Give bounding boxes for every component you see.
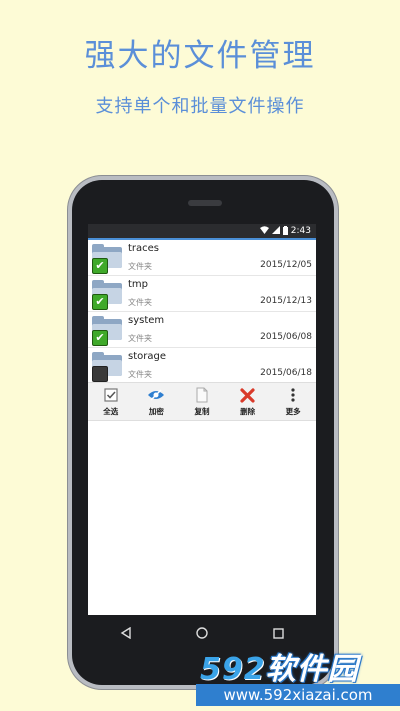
watermark-logo: 592软件园 [200,644,400,687]
file-checkbox[interactable]: ✔ [92,294,108,310]
more-vertical-icon [291,386,295,404]
select-all-button[interactable]: 全选 [88,383,134,420]
recents-square-icon [272,627,284,639]
file-row[interactable]: ✔ system 文件夹 2015/06/08 [88,312,316,348]
file-row[interactable]: storage 文件夹 2015/06/18 [88,348,316,384]
watermark-url: www.592xiazai.com [196,684,400,706]
select-all-label: 全选 [103,407,119,416]
phone-frame: 2:43 ✔ traces 文件夹 2015/12/05 ✔ tmp 文件夹 2… [72,180,334,685]
home-circle-icon [196,627,208,639]
document-icon [196,386,208,404]
file-type: 文件夹 [128,298,152,307]
signal-icon [271,226,280,236]
file-date: 2015/06/18 [260,368,312,378]
copy-button[interactable]: 复制 [179,383,225,420]
phone-screen: 2:43 ✔ traces 文件夹 2015/12/05 ✔ tmp 文件夹 2… [88,224,316,615]
file-type: 文件夹 [128,370,152,379]
status-bar: 2:43 [88,224,316,240]
checkbox-icon [104,386,118,404]
encrypt-label: 加密 [148,407,164,416]
file-checkbox[interactable]: ✔ [92,330,108,346]
promo-headline: 强大的文件管理 [84,38,316,74]
file-name: tmp [128,279,149,290]
file-type: 文件夹 [128,262,152,271]
file-name: system [128,315,165,326]
more-button[interactable]: 更多 [270,383,316,420]
phone-speaker [188,200,222,206]
file-date: 2015/06/08 [260,332,312,342]
recents-button[interactable] [258,621,298,645]
back-triangle-icon [120,627,131,639]
file-name: storage [128,351,166,362]
status-time: 2:43 [290,226,311,236]
file-row[interactable]: ✔ traces 文件夹 2015/12/05 [88,240,316,276]
delete-x-icon [240,386,255,404]
file-type: 文件夹 [128,334,152,343]
delete-label: 删除 [240,407,256,416]
delete-button[interactable]: 删除 [225,383,271,420]
back-button[interactable] [106,621,146,645]
copy-label: 复制 [194,407,210,416]
file-row[interactable]: ✔ tmp 文件夹 2015/12/13 [88,276,316,312]
file-name: traces [128,243,160,254]
file-checkbox[interactable] [92,366,108,382]
encrypt-button[interactable]: 加密 [134,383,180,420]
more-label: 更多 [285,407,301,416]
file-checkbox[interactable]: ✔ [92,258,108,274]
file-date: 2015/12/05 [260,260,312,270]
wifi-icon [259,226,269,236]
watermark-logo-text: 软件园 [265,652,359,687]
home-button[interactable] [182,621,222,645]
action-toolbar: 全选 加密 复制 删除 更多 [88,382,316,421]
file-list: ✔ traces 文件夹 2015/12/05 ✔ tmp 文件夹 2015/1… [88,240,316,384]
promo-subline: 支持单个和批量文件操作 [95,96,305,117]
battery-icon [282,225,288,237]
file-date: 2015/12/13 [260,296,312,306]
eye-icon [147,386,165,404]
watermark-logo-number: 592 [200,652,266,687]
